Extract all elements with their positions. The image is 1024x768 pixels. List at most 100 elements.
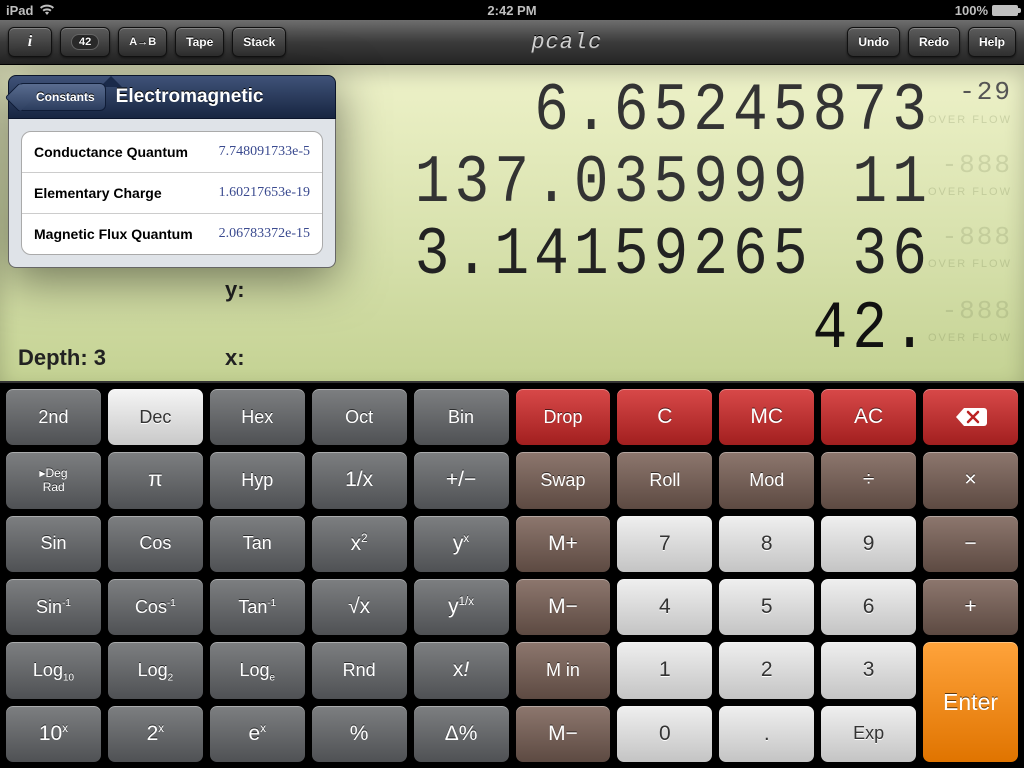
exp-ghost: -888 [942, 222, 1012, 252]
clock: 2:42 PM [487, 3, 536, 18]
key-pi[interactable]: π [107, 451, 204, 509]
key-ln[interactable]: Loge [209, 641, 306, 699]
key-6[interactable]: 6 [820, 578, 917, 636]
key-m-in[interactable]: M in [515, 641, 612, 699]
wifi-icon [39, 4, 55, 16]
key-9[interactable]: 9 [820, 515, 917, 573]
key-8[interactable]: 8 [718, 515, 815, 573]
key-mod[interactable]: Mod [718, 451, 815, 509]
constant-name: Elementary Charge [34, 185, 162, 201]
key-3[interactable]: 3 [820, 641, 917, 699]
stack-exp-3: -29 [959, 77, 1012, 107]
exp-ghost: -888 [942, 296, 1012, 326]
key-plus[interactable]: + [922, 578, 1019, 636]
info-button[interactable]: i [8, 27, 52, 57]
key-cos[interactable]: Cos [107, 515, 204, 573]
key-sqrt[interactable]: √x [311, 578, 408, 636]
redo-button[interactable]: Redo [908, 27, 960, 57]
key-hyp[interactable]: Hyp [209, 451, 306, 509]
key-2[interactable]: 2 [718, 641, 815, 699]
help-button[interactable]: Help [968, 27, 1016, 57]
key-roll[interactable]: Roll [616, 451, 713, 509]
key-hex[interactable]: Hex [209, 388, 306, 446]
key-oct[interactable]: Oct [311, 388, 408, 446]
depth-label: Depth: 3 [18, 345, 106, 371]
key-2-to-x[interactable]: 2x [107, 705, 204, 763]
key-dec[interactable]: Dec [107, 388, 204, 446]
key-1[interactable]: 1 [616, 641, 713, 699]
key-4[interactable]: 4 [616, 578, 713, 636]
key-minus[interactable]: − [922, 515, 1019, 573]
key-m-minus-2[interactable]: M− [515, 705, 612, 763]
key-atan[interactable]: Tan-1 [209, 578, 306, 636]
app-title: pcalc [531, 30, 602, 55]
key-enter[interactable]: Enter [922, 641, 1019, 763]
stack-button[interactable]: Stack [232, 27, 286, 57]
app-toolbar: i 42 A→B Tape Stack pcalc Undo Redo Help [0, 20, 1024, 65]
key-2nd[interactable]: 2nd [5, 388, 102, 446]
constant-item[interactable]: Conductance Quantum 7.748091733e-5 [22, 132, 322, 173]
constant-item[interactable]: Magnetic Flux Quantum 2.06783372e-15 [22, 214, 322, 254]
keypad: 2nd Dec Hex Oct Bin Drop C MC AC ▶Deg Ra… [0, 383, 1024, 768]
ios-status-bar: iPad 2:42 PM 100% [0, 0, 1024, 20]
undo-button[interactable]: Undo [847, 27, 900, 57]
key-7[interactable]: 7 [616, 515, 713, 573]
key-10-to-x[interactable]: 10x [5, 705, 102, 763]
key-tan[interactable]: Tan [209, 515, 306, 573]
constants-button[interactable]: 42 [60, 27, 110, 57]
key-exp[interactable]: Exp [820, 705, 917, 763]
device-label: iPad [6, 3, 33, 18]
backspace-icon [954, 406, 988, 428]
key-drop[interactable]: Drop [515, 388, 612, 446]
key-e-to-x[interactable]: ex [209, 705, 306, 763]
key-recip[interactable]: 1/x [311, 451, 408, 509]
key-deg-rad[interactable]: ▶Deg Rad [5, 451, 102, 509]
overflow-flag: OVER FLOW [928, 259, 1012, 270]
stack-value-2: 137.035999 11 [252, 145, 932, 222]
battery-icon [992, 5, 1018, 16]
constant-name: Conductance Quantum [34, 144, 188, 160]
x-label: x: [225, 345, 245, 371]
key-decimal[interactable]: . [718, 705, 815, 763]
y-value: 3.14159265 36 [252, 217, 932, 294]
key-negate[interactable]: +/− [413, 451, 510, 509]
constant-item[interactable]: Elementary Charge 1.60217653e-19 [22, 173, 322, 214]
popover-back-label: Constants [36, 90, 95, 104]
key-log10[interactable]: Log10 [5, 641, 102, 699]
key-swap[interactable]: Swap [515, 451, 612, 509]
popover-back-button[interactable]: Constants [17, 83, 106, 111]
overflow-flag: OVER FLOW [928, 333, 1012, 344]
key-percent[interactable]: % [311, 705, 408, 763]
key-mc[interactable]: MC [718, 388, 815, 446]
key-asin[interactable]: Sin-1 [5, 578, 102, 636]
key-c[interactable]: C [616, 388, 713, 446]
key-divide[interactable]: ÷ [820, 451, 917, 509]
key-multiply[interactable]: × [922, 451, 1019, 509]
key-0[interactable]: 0 [616, 705, 713, 763]
key-log2[interactable]: Log2 [107, 641, 204, 699]
convert-button[interactable]: A→B [118, 27, 167, 57]
key-backspace[interactable] [922, 388, 1019, 446]
popover-title: Electromagnetic [116, 86, 264, 108]
key-sin[interactable]: Sin [5, 515, 102, 573]
constants-popover: Constants Electromagnetic Conductance Qu… [8, 75, 336, 268]
key-m-minus[interactable]: M− [515, 578, 612, 636]
key-bin[interactable]: Bin [413, 388, 510, 446]
battery-percent: 100% [955, 3, 988, 18]
key-5[interactable]: 5 [718, 578, 815, 636]
constant-value: 2.06783372e-15 [219, 226, 310, 242]
key-y-to-x[interactable]: yx [413, 515, 510, 573]
key-delta-percent[interactable]: Δ% [413, 705, 510, 763]
constants-badge: 42 [71, 34, 99, 50]
key-ac[interactable]: AC [820, 388, 917, 446]
tape-button[interactable]: Tape [175, 27, 224, 57]
key-y-root-x[interactable]: y1/x [413, 578, 510, 636]
key-acos[interactable]: Cos-1 [107, 578, 204, 636]
key-x-squared[interactable]: x2 [311, 515, 408, 573]
key-rnd[interactable]: Rnd [311, 641, 408, 699]
key-factorial[interactable]: x! [413, 641, 510, 699]
convert-icon: A→B [129, 36, 156, 48]
constant-value: 7.748091733e-5 [219, 144, 310, 160]
key-m-plus[interactable]: M+ [515, 515, 612, 573]
x-value: 42. [252, 291, 932, 368]
